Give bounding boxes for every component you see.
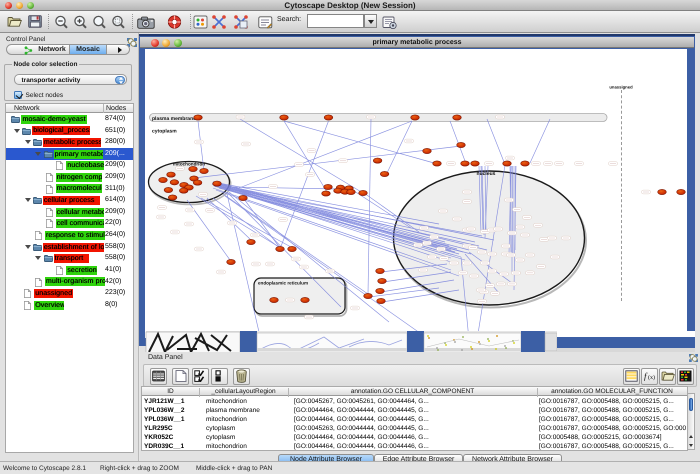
svg-text:unassigned: unassigned [609, 85, 633, 90]
svg-text:nucleus: nucleus [477, 171, 496, 177]
svg-text:plasma membrane: plasma membrane [152, 116, 196, 122]
svg-text:(x): (x) [648, 374, 655, 381]
svg-text:cytoplasm: cytoplasm [152, 129, 177, 135]
svg-text:mitochondrion: mitochondrion [173, 162, 205, 167]
svg-text:endoplasmic reticulum: endoplasmic reticulum [258, 281, 308, 286]
